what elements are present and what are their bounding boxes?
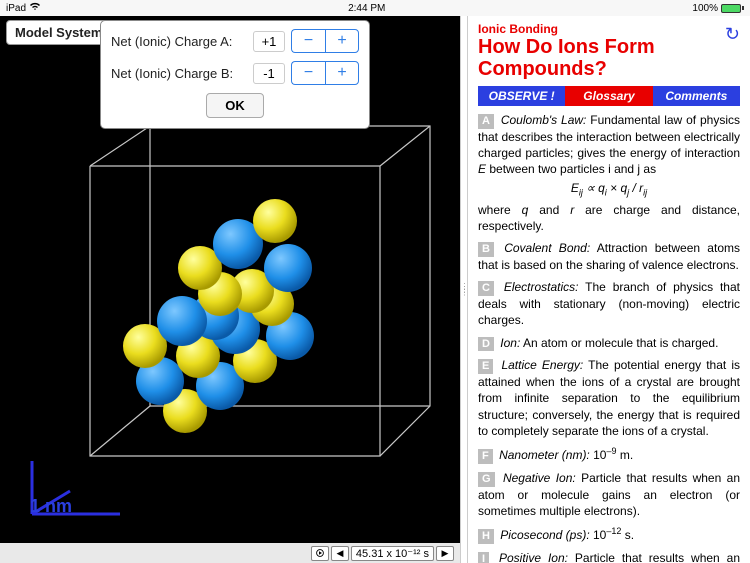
ok-button[interactable]: OK [206,93,264,118]
charge-a-value: +1 [253,31,285,52]
glossary-entry-d: D Ion: An atom or molecule that is charg… [478,335,740,352]
page-title: How Do Ions Form Compounds? [478,36,740,80]
status-bar: iPad 2:44 PM 100% [0,0,750,16]
wifi-icon [29,2,41,14]
glossary-entry-g: G Negative Ion: Particle that results wh… [478,470,740,519]
tabs: OBSERVE ! Glossary Comments [478,86,740,106]
step-back-button[interactable]: ◀ [331,546,349,561]
glossary-list: A Coulomb's Law: Fundamental law of phys… [478,112,740,563]
charge-b-label: Net (Ionic) Charge B: [111,66,247,81]
battery-pct: 100% [692,3,718,14]
panel-divider[interactable]: ⋮⋮⋮ [460,16,468,563]
battery-icon [721,4,744,13]
coulomb-formula: Eij ∝ qi × qj / rij [478,180,740,199]
tab-glossary[interactable]: Glossary [565,86,652,106]
device-label: iPad [6,3,26,14]
time-display: 45.31 x 10⁻¹² s [351,546,434,561]
simulation-panel: Model System Net (Ionic) Charge A: +1 − … [0,16,460,563]
glossary-entry-a: A Coulomb's Law: Fundamental law of phys… [478,112,740,234]
refresh-icon[interactable]: ↻ [725,24,740,45]
step-forward-button[interactable]: ▶ [436,546,454,561]
clock: 2:44 PM [348,3,385,14]
glossary-entry-h: H Picosecond (ps): 10–12 s. [478,525,740,544]
glossary-entry-c: C Electrostatics: The branch of physics … [478,279,740,328]
charge-b-minus-button[interactable]: − [291,61,325,85]
glossary-entry-b: B Covalent Bond: Attraction between atom… [478,240,740,273]
content-panel: ↻ Ionic Bonding How Do Ions Form Compoun… [468,16,750,563]
glossary-entry-e: E Lattice Energy: The potential energy t… [478,357,740,439]
grip-icon: ⋮⋮⋮ [461,285,468,294]
charge-popup: Net (Ionic) Charge A: +1 − + Net (Ionic)… [100,20,370,129]
tab-observe[interactable]: OBSERVE ! [478,86,565,106]
letter-badge: A [478,114,494,129]
charge-a-label: Net (Ionic) Charge A: [111,34,247,49]
tab-comments[interactable]: Comments [653,86,740,106]
model-system-button[interactable]: Model System [6,20,111,45]
charge-b-plus-button[interactable]: + [325,61,359,85]
charge-a-minus-button[interactable]: − [291,29,325,53]
play-button[interactable] [311,546,329,561]
playback-controls: ◀ 45.31 x 10⁻¹² s ▶ [0,543,460,563]
scale-label: 1 nm [30,496,72,517]
breadcrumb: Ionic Bonding [478,22,740,36]
glossary-entry-i: I Positive Ion: Particle that results wh… [478,550,740,563]
charge-a-plus-button[interactable]: + [325,29,359,53]
glossary-entry-f: F Nanometer (nm): 10–9 m. [478,445,740,464]
charge-b-value: -1 [253,63,285,84]
